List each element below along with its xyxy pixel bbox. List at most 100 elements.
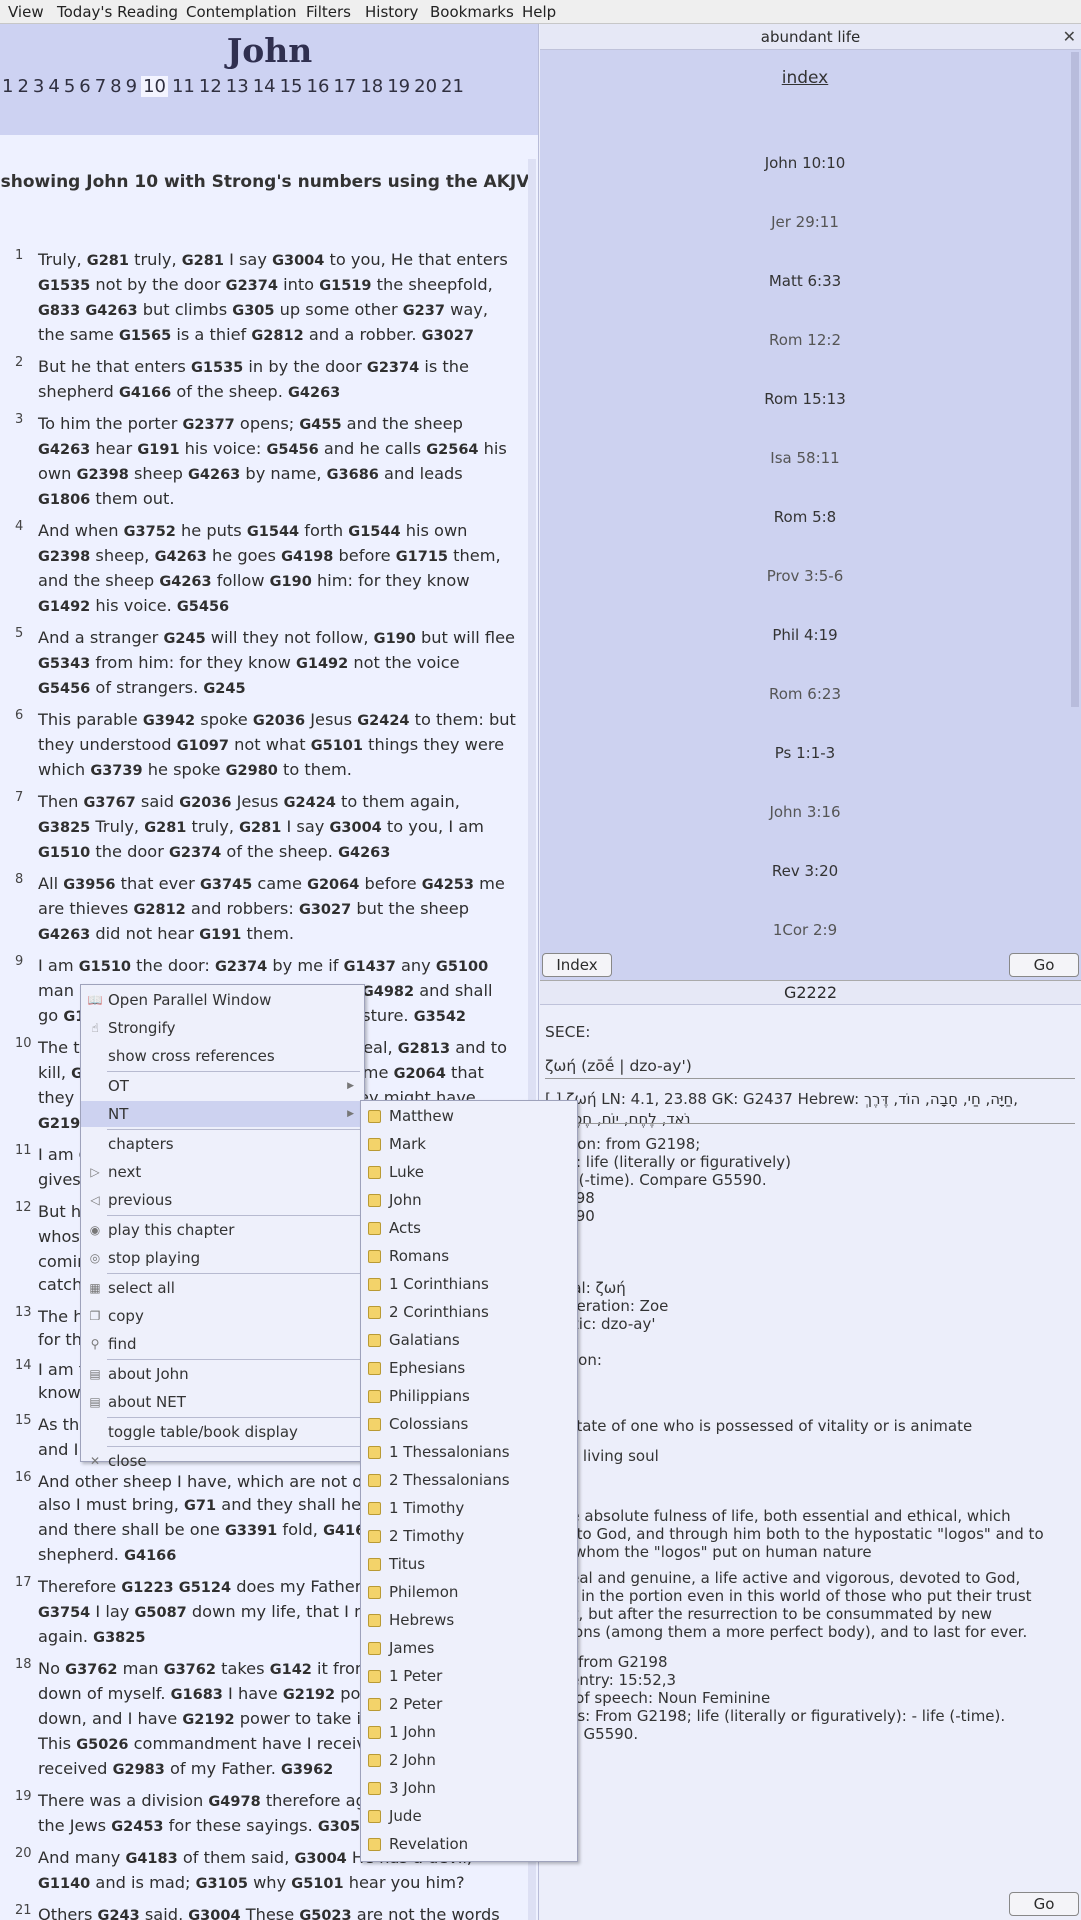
nt-book-titus[interactable]: Titus (361, 1551, 577, 1577)
nt-book-1-peter[interactable]: 1 Peter (361, 1663, 577, 1689)
strongs-number-link[interactable]: G3027 (299, 902, 351, 918)
menu-help[interactable]: Help (522, 3, 556, 21)
chapter-link-4[interactable]: 4 (48, 76, 59, 97)
xref-item[interactable]: Rom 12:2 (540, 331, 1070, 349)
chapter-link-14[interactable]: 14 (253, 76, 276, 97)
nt-book-1-thessalonians[interactable]: 1 Thessalonians (361, 1439, 577, 1465)
context-menu-item-select-all[interactable]: ▦ select all (81, 1275, 364, 1301)
index-link[interactable]: index (540, 68, 1070, 88)
context-menu-item-close[interactable]: ✕ close (81, 1448, 364, 1474)
strongs-number-link[interactable]: G5026 (76, 1737, 128, 1753)
nt-book-2-peter[interactable]: 2 Peter (361, 1691, 577, 1717)
context-menu-item-about-net[interactable]: ▤ about NET (81, 1389, 364, 1415)
nt-book-hebrews[interactable]: Hebrews (361, 1607, 577, 1633)
strongs-number-link[interactable]: G1097 (177, 738, 229, 754)
index-button[interactable]: Index (542, 953, 612, 977)
strongs-number-link[interactable]: G1510 (38, 845, 90, 861)
context-menu-item-chapters[interactable]: chapters (81, 1131, 364, 1157)
strongs-number-link[interactable]: G2374 (169, 845, 221, 861)
strongs-number-link[interactable]: G4263 (159, 574, 211, 590)
nt-book-mark[interactable]: Mark (361, 1131, 577, 1157)
chapter-link-2[interactable]: 2 (17, 76, 28, 97)
strongs-number-link[interactable]: G5101 (311, 738, 363, 754)
strongs-number-link[interactable]: G3105 (196, 1876, 248, 1892)
nt-book-2-thessalonians[interactable]: 2 Thessalonians (361, 1467, 577, 1493)
strongs-number-link[interactable]: G71 (184, 1498, 216, 1514)
strongs-number-link[interactable]: G2813 (398, 1041, 450, 1057)
strongs-number-link[interactable]: G5456 (38, 681, 90, 697)
strongs-number-link[interactable]: G281 (144, 820, 186, 836)
strongs-number-link[interactable]: G2377 (183, 417, 235, 433)
context-menu-item-open-parallel-window[interactable]: 📖 Open Parallel Window (81, 987, 364, 1013)
chapter-link-1[interactable]: 1 (2, 76, 13, 97)
chapter-link-12[interactable]: 12 (199, 76, 222, 97)
strongs-number-link[interactable]: G281 (182, 253, 224, 269)
nt-book-acts[interactable]: Acts (361, 1215, 577, 1241)
chapter-link-7[interactable]: 7 (95, 76, 106, 97)
strongs-number-link[interactable]: G2812 (134, 902, 186, 918)
strongs-number-link[interactable]: G4198 (281, 549, 333, 565)
nt-book-john[interactable]: John (361, 1187, 577, 1213)
strongs-number-link[interactable]: G4263 (85, 303, 137, 319)
strongs-number-link[interactable]: G281 (239, 820, 281, 836)
xref-item[interactable]: Isa 58:11 (540, 449, 1070, 467)
strongs-number-link[interactable]: G2192 (283, 1687, 335, 1703)
context-menu-item-stop-playing[interactable]: ◎ stop playing (81, 1245, 364, 1271)
strongs-number-link[interactable]: G3542 (414, 1009, 466, 1025)
strongs-number-link[interactable]: G1535 (191, 360, 243, 376)
strongs-number-link[interactable]: G1510 (79, 959, 131, 975)
strongs-go-button[interactable]: Go (1009, 1892, 1079, 1916)
xref-item[interactable]: Jer 29:11 (540, 213, 1070, 231)
strongs-number-link[interactable]: G4166 (119, 385, 171, 401)
strongs-number-link[interactable]: G5023 (299, 1908, 351, 1920)
strongs-number-link[interactable]: G5101 (291, 1876, 343, 1892)
strongs-number-link[interactable]: G2398 (77, 467, 129, 483)
strongs-number-link[interactable]: G2374 (367, 360, 419, 376)
strongs-number-link[interactable]: G3942 (143, 713, 195, 729)
strongs-number-link[interactable]: G245 (203, 681, 245, 697)
context-menu-item-ot[interactable]: OT ▶ (81, 1073, 364, 1099)
strongs-number-link[interactable]: G191 (137, 442, 179, 458)
xref-item[interactable]: Matt 6:33 (540, 272, 1070, 290)
strongs-number-link[interactable]: G3027 (422, 328, 474, 344)
strongs-number-link[interactable]: G3752 (124, 524, 176, 540)
chapter-link-20[interactable]: 20 (414, 76, 437, 97)
chapter-link-11[interactable]: 11 (172, 76, 195, 97)
strongs-number-link[interactable]: G1535 (38, 278, 90, 294)
strongs-number-link[interactable]: G1565 (119, 328, 171, 344)
strongs-number-link[interactable]: G2983 (113, 1762, 165, 1778)
chapter-link-15[interactable]: 15 (280, 76, 303, 97)
strongs-number-link[interactable]: G1437 (344, 959, 396, 975)
strongs-number-link[interactable]: G3767 (84, 795, 136, 811)
chapter-link-21[interactable]: 21 (441, 76, 464, 97)
menu-contemplation[interactable]: Contemplation (186, 3, 297, 21)
chapter-link-18[interactable]: 18 (360, 76, 383, 97)
strongs-number-link[interactable]: G190 (374, 631, 416, 647)
nt-book-revelation[interactable]: Revelation (361, 1831, 577, 1857)
strongs-number-link[interactable]: G1544 (247, 524, 299, 540)
strongs-number-link[interactable]: G5456 (266, 442, 318, 458)
strongs-number-link[interactable]: G1492 (296, 656, 348, 672)
strongs-number-link[interactable]: G3825 (38, 820, 90, 836)
close-icon[interactable]: ✕ (1063, 24, 1076, 50)
strongs-number-link[interactable]: G2812 (251, 328, 303, 344)
xref-item[interactable]: Rev 3:20 (540, 862, 1070, 880)
nt-book-colossians[interactable]: Colossians (361, 1411, 577, 1437)
strongs-number-link[interactable]: G2398 (38, 549, 90, 565)
xref-go-button[interactable]: Go (1009, 953, 1079, 977)
context-menu-item-toggle-table-book-display[interactable]: toggle table/book display (81, 1419, 364, 1445)
strongs-number-link[interactable]: G142 (270, 1662, 312, 1678)
xref-scrollbar[interactable] (1071, 52, 1079, 707)
nt-book-2-timothy[interactable]: 2 Timothy (361, 1523, 577, 1549)
xref-item[interactable]: Rom 6:23 (540, 685, 1070, 703)
xref-item[interactable]: Rom 5:8 (540, 508, 1070, 526)
context-menu-item-find[interactable]: ⚲ find (81, 1331, 364, 1357)
context-menu-item-next[interactable]: ▷ next (81, 1159, 364, 1185)
chapter-link-8[interactable]: 8 (110, 76, 121, 97)
strongs-number-link[interactable]: G4263 (188, 467, 240, 483)
xref-item[interactable]: Rom 15:13 (540, 390, 1070, 408)
strongs-number-link[interactable]: G3762 (164, 1662, 216, 1678)
menu-todays-reading[interactable]: Today's Reading (57, 3, 178, 21)
chapter-link-5[interactable]: 5 (64, 76, 75, 97)
strongs-number-link[interactable]: G1683 (171, 1687, 223, 1703)
